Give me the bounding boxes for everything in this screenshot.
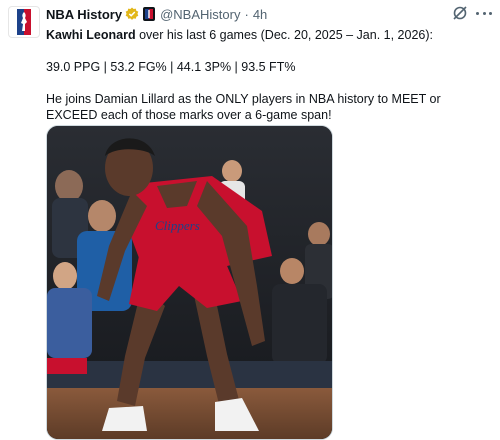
jersey-lettering: Clippers [155,218,200,233]
gold-verified-badge-icon [125,7,139,21]
more-dots-icon[interactable] [476,7,492,19]
handle[interactable]: @NBAHistory [160,7,240,22]
avatar[interactable] [8,6,40,38]
tweet-stats: 39.0 PPG | 53.2 FG% | 44.1 3P% | 93.5 FT… [46,60,296,74]
tweet-line-1-rest: over his last 6 games (Dec. 20, 2025 – J… [135,28,433,42]
tweet-media-photo[interactable]: Clippers [46,125,333,440]
separator-dot: · [244,6,249,22]
tweet-paragraph: He joins Damian Lillard as the ONLY play… [46,92,441,122]
tweet-text: Kawhi Leonard over his last 6 games (Dec… [46,27,494,123]
tweet-line-1: Kawhi Leonard over his last 6 games (Dec… [46,27,494,43]
basketball-player-photo: Clippers [47,126,332,439]
grok-icon[interactable] [452,5,468,21]
nba-affiliate-badge-icon[interactable] [143,7,156,21]
display-name[interactable]: NBA History [46,7,122,22]
player-name: Kawhi Leonard [46,28,136,42]
timestamp[interactable]: 4h [253,7,267,22]
nba-logo-icon [17,9,31,35]
tweet-header: NBA History @NBAHistory · 4h [46,5,267,23]
